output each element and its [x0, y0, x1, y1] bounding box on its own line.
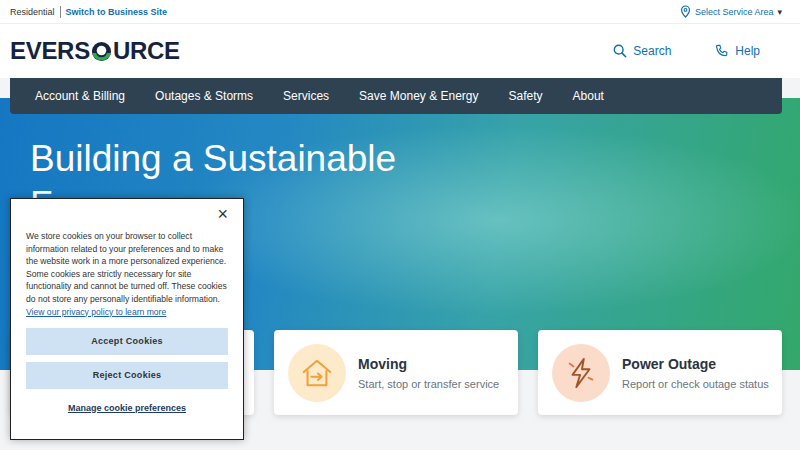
- search-button[interactable]: Search: [613, 44, 671, 58]
- nav-item[interactable]: Outages & Storms: [155, 89, 253, 103]
- switch-site-link[interactable]: Switch to Business Site: [66, 7, 168, 17]
- close-button[interactable]: ×: [217, 205, 228, 223]
- card-subtitle: Report or check outage status: [622, 378, 769, 390]
- separator: [60, 6, 61, 18]
- caret-icon: ▾: [777, 7, 782, 17]
- location-pin-icon: [680, 5, 691, 18]
- outage-icon: [552, 344, 610, 402]
- cookie-banner: × We store cookies on your browser to co…: [10, 198, 244, 440]
- main-nav: Account & Billing Outages & Storms Service…: [10, 78, 782, 114]
- nav-item[interactable]: Safety: [509, 89, 543, 103]
- quick-link-card[interactable]: Power Outage Report or check outage stat…: [538, 330, 782, 415]
- phone-icon: [715, 44, 729, 58]
- cookie-button[interactable]: Reject Cookies: [26, 362, 228, 389]
- help-button[interactable]: Help: [715, 44, 760, 58]
- eversource-logo[interactable]: EVERS URCE: [10, 37, 180, 65]
- privacy-policy-link[interactable]: View our privacy policy to learn more: [26, 306, 228, 318]
- help-label: Help: [735, 44, 760, 58]
- service-area-label: Select Service Area: [695, 7, 774, 17]
- nav-item[interactable]: About: [573, 89, 604, 103]
- search-label: Search: [633, 44, 671, 58]
- card-subtitle: Start, stop or transfer service: [358, 378, 499, 390]
- nav-item[interactable]: Save Money & Energy: [359, 89, 478, 103]
- card-title: Power Outage: [622, 356, 769, 372]
- nav-item[interactable]: Account & Billing: [35, 89, 125, 103]
- cookie-text: We store cookies on your browser to coll…: [26, 230, 228, 306]
- header: EVERS URCE Search Help: [0, 24, 800, 78]
- search-icon: [613, 44, 627, 58]
- logo-o-icon: [91, 41, 112, 62]
- top-bar: Residential Switch to Business Site Sele…: [0, 0, 800, 24]
- cookie-button[interactable]: Accept Cookies: [26, 328, 228, 355]
- service-area-select[interactable]: Select Service Area ▾: [680, 5, 782, 18]
- moving-icon: [288, 344, 346, 402]
- manage-preferences-link[interactable]: Manage cookie preferences: [26, 403, 228, 413]
- page: Residential Switch to Business Site Sele…: [0, 0, 800, 450]
- segment-label: Residential: [10, 7, 55, 17]
- card-title: Moving: [358, 356, 499, 372]
- quick-link-card[interactable]: Moving Start, stop or transfer service: [274, 330, 518, 415]
- nav-item[interactable]: Services: [283, 89, 329, 103]
